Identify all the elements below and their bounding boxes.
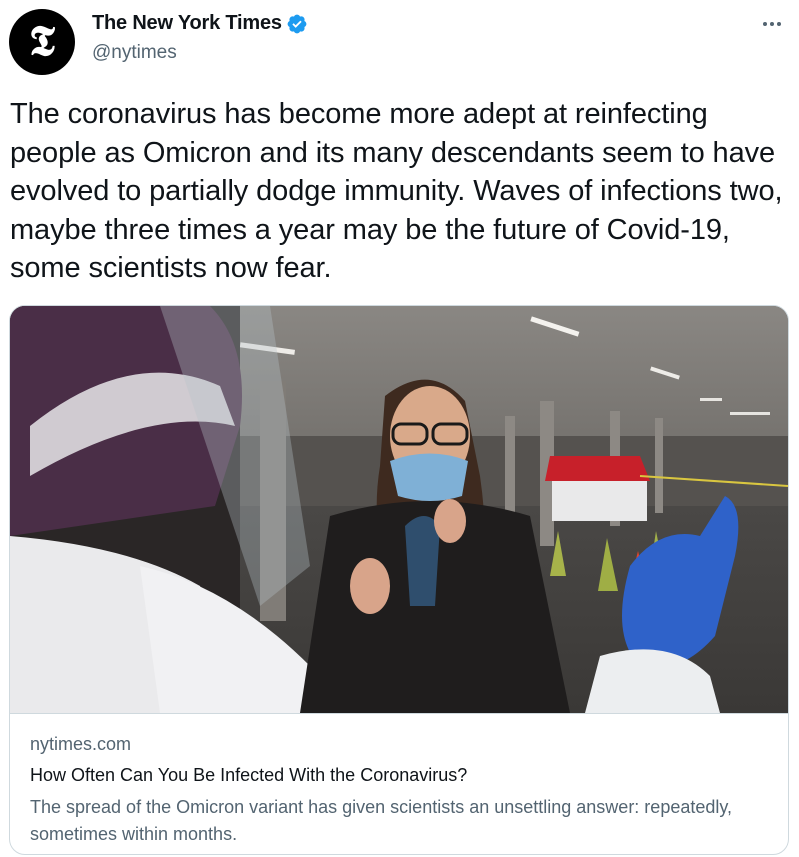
card-image[interactable] [10,306,788,713]
author-name-row[interactable]: The New York Times [92,12,308,35]
author-handle[interactable]: @nytimes [92,42,177,64]
more-options-button[interactable] [756,11,788,37]
nyt-logo-icon: 𝕿 [29,16,55,65]
card-divider [10,713,788,714]
avatar[interactable]: 𝕿 [9,9,75,75]
verified-badge-icon [286,13,308,35]
more-icon [763,22,767,26]
card-description: The spread of the Omicron variant has gi… [30,797,733,844]
tweet-text: The coronavirus has become more adept at… [10,98,783,284]
more-icon-dot [777,22,781,26]
author-display-name[interactable]: The New York Times [92,12,282,35]
link-card[interactable]: nytimes.com How Often Can You Be Infecte… [9,305,789,855]
more-icon-dot [770,22,774,26]
card-title[interactable]: How Often Can You Be Infected With the C… [30,765,467,786]
tweet[interactable]: 𝕿 The New York Times @nytimes The corona… [0,0,799,857]
card-domain: nytimes.com [30,734,132,754]
